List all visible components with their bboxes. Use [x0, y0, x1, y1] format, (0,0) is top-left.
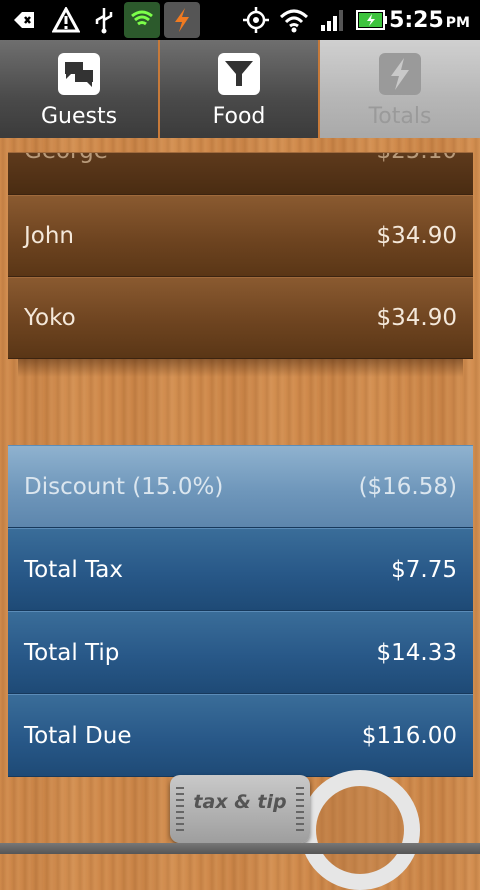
- status-bar: 5:25 PM: [0, 0, 480, 40]
- guest-amount: $34.90: [376, 305, 457, 331]
- total-label: Total Tip: [24, 639, 120, 666]
- shield-icon: [124, 2, 160, 38]
- guest-row[interactable]: Yoko $34.90: [8, 277, 473, 359]
- tab-bar: Guests Food Totals: [0, 40, 480, 138]
- signal-icon: [316, 4, 348, 36]
- tab-label: Totals: [368, 104, 432, 129]
- guest-row[interactable]: George $25.10: [8, 152, 473, 195]
- battery-icon: [354, 4, 390, 36]
- wifi-icon: [278, 4, 310, 36]
- tab-label: Food: [212, 104, 266, 129]
- gps-icon: [240, 4, 272, 36]
- guest-name: Yoko: [24, 305, 76, 331]
- list-shadow: [18, 359, 463, 377]
- total-label: Total Tax: [24, 556, 123, 583]
- tab-totals[interactable]: Totals: [320, 40, 480, 138]
- tab-label: Guests: [40, 104, 118, 129]
- guest-name: George: [24, 153, 108, 164]
- bottom-bar: [0, 843, 480, 854]
- bolt-icon: [379, 53, 421, 95]
- plate-image: [300, 770, 420, 890]
- handle-label: tax & tip: [193, 791, 287, 813]
- total-tax-row[interactable]: Total Tax $7.75: [8, 528, 473, 611]
- guest-row[interactable]: John $34.90: [8, 195, 473, 277]
- total-label: Discount (15.0%): [24, 473, 224, 500]
- chat-bubbles-icon: [58, 53, 100, 95]
- total-label: Total Due: [24, 722, 132, 749]
- tax-tip-drawer-handle[interactable]: tax & tip: [170, 775, 310, 843]
- app-bolt-icon: [164, 2, 200, 38]
- total-value: $116.00: [361, 722, 457, 749]
- tab-guests[interactable]: Guests: [0, 40, 160, 138]
- usb-icon: [88, 4, 120, 36]
- cocktail-icon: [218, 53, 260, 95]
- clock: 5:25 PM: [389, 8, 470, 33]
- guest-name: John: [24, 223, 75, 249]
- total-due-row[interactable]: Total Due $116.00: [8, 694, 473, 777]
- discount-row[interactable]: Discount (15.0%) ($16.58): [8, 445, 473, 528]
- guest-amount: $25.10: [377, 153, 457, 164]
- guest-list: George $25.10 John $34.90 Yoko $34.90: [8, 152, 473, 377]
- total-tip-row[interactable]: Total Tip $14.33: [8, 611, 473, 694]
- warning-icon: [50, 4, 82, 36]
- total-value: $7.75: [391, 556, 457, 583]
- total-value: ($16.58): [358, 473, 457, 500]
- total-value: $14.33: [376, 639, 457, 666]
- totals-list: Discount (15.0%) ($16.58) Total Tax $7.7…: [8, 445, 473, 777]
- grip-right-icon: [296, 787, 304, 831]
- guest-amount: $34.90: [376, 223, 457, 249]
- tab-food[interactable]: Food: [160, 40, 320, 138]
- usb-debug-icon: [8, 4, 40, 36]
